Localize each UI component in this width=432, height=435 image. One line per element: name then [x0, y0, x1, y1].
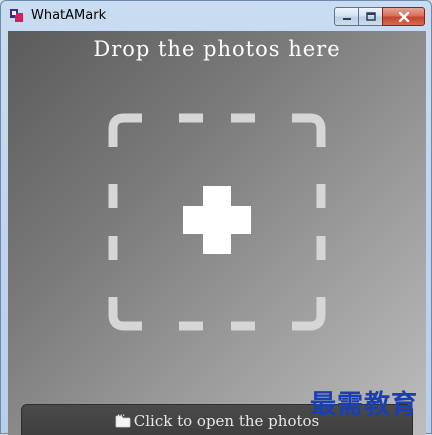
window-title: WhatAMark: [31, 8, 107, 23]
add-plus-icon: [183, 186, 251, 254]
caption-buttons: [334, 7, 425, 26]
minimize-icon: [342, 17, 351, 20]
app-window: WhatAMark Drop the photos here Click to …: [0, 0, 432, 435]
watermark-text: 最需教育: [309, 390, 418, 420]
minimize-button[interactable]: [334, 7, 359, 26]
drop-title: Drop the photos here: [93, 37, 341, 61]
whatamark-app-icon: [10, 9, 23, 22]
close-button[interactable]: [382, 7, 425, 26]
folder-open-icon: [115, 414, 131, 428]
open-photos-label: Click to open the photos: [133, 412, 320, 430]
title-bar[interactable]: WhatAMark: [1, 1, 431, 31]
drop-zone[interactable]: [108, 113, 326, 331]
photo-drop-panel[interactable]: Drop the photos here Click to open the p…: [8, 31, 426, 435]
maximize-icon: [365, 12, 376, 21]
close-icon: [398, 11, 409, 22]
maximize-button[interactable]: [358, 7, 383, 26]
